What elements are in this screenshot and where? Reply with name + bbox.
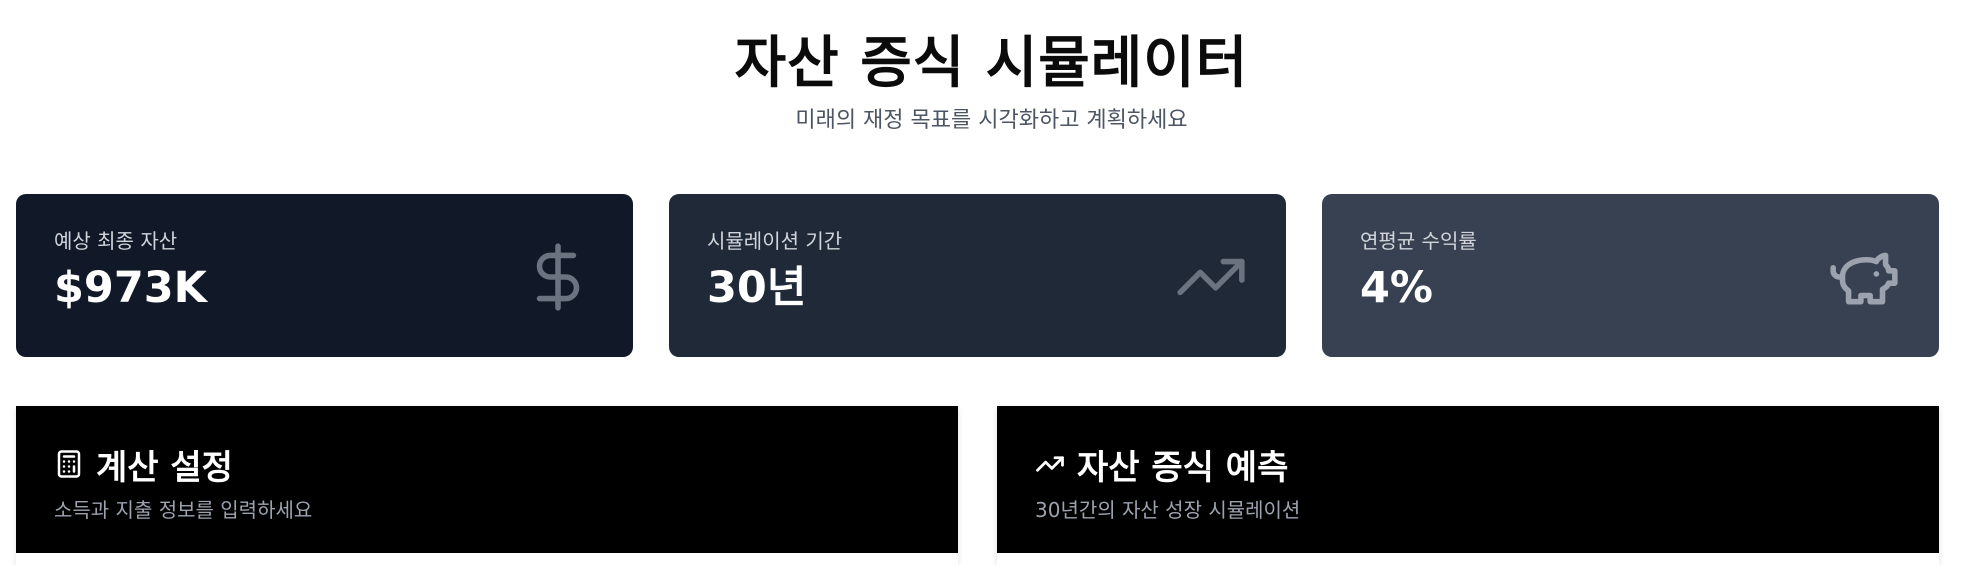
stat-value: 30년 (707, 263, 807, 313)
settings-panel-title-row: 계산 설정 (54, 436, 920, 492)
forecast-panel-header: 자산 증식 예측 30년간의 자산 성장 시뮬레이션 (997, 406, 1939, 553)
stat-value: 4% (1360, 263, 1434, 313)
calculator-icon (57, 450, 81, 478)
stat-value: $973K (54, 263, 207, 313)
stat-label: 시뮬레이션 기간 (707, 229, 843, 253)
stat-card-final-assets: 예상 최종 자산 $973K (16, 194, 633, 357)
stat-label: 연평균 수익률 (1360, 229, 1477, 253)
stat-card-annual-return: 연평균 수익률 4% (1322, 194, 1939, 357)
page-title: 자산 증식 시뮬레이터 (734, 31, 1249, 96)
trending-up-icon (1177, 258, 1245, 296)
settings-panel-header: 계산 설정 소득과 지출 정보를 입력하세요 (16, 406, 958, 553)
piggy-bank-icon (1830, 252, 1898, 305)
settings-panel: 계산 설정 소득과 지출 정보를 입력하세요 (16, 406, 958, 565)
stat-card-simulation-period: 시뮬레이션 기간 30년 (669, 194, 1286, 357)
dollar-icon (536, 243, 580, 311)
settings-panel-subtitle: 소득과 지출 정보를 입력하세요 (54, 498, 313, 522)
settings-panel-body (16, 553, 958, 565)
page: 자산 증식 시뮬레이터 미래의 재정 목표를 시각화하고 계획하세요 예상 최종… (0, 0, 1983, 565)
stat-label: 예상 최종 자산 (54, 229, 178, 253)
forecast-panel-title-row: 자산 증식 예측 (1035, 436, 1901, 492)
forecast-panel: 자산 증식 예측 30년간의 자산 성장 시뮬레이션 (997, 406, 1939, 565)
forecast-panel-subtitle: 30년간의 자산 성장 시뮬레이션 (1035, 498, 1301, 522)
forecast-panel-body (997, 553, 1939, 565)
settings-panel-title: 계산 설정 (96, 447, 233, 488)
page-header: 자산 증식 시뮬레이터 미래의 재정 목표를 시각화하고 계획하세요 (0, 28, 1983, 136)
trending-up-icon (1036, 456, 1064, 472)
page-subtitle: 미래의 재정 목표를 시각화하고 계획하세요 (795, 108, 1188, 133)
forecast-panel-title: 자산 증식 예측 (1077, 447, 1289, 488)
